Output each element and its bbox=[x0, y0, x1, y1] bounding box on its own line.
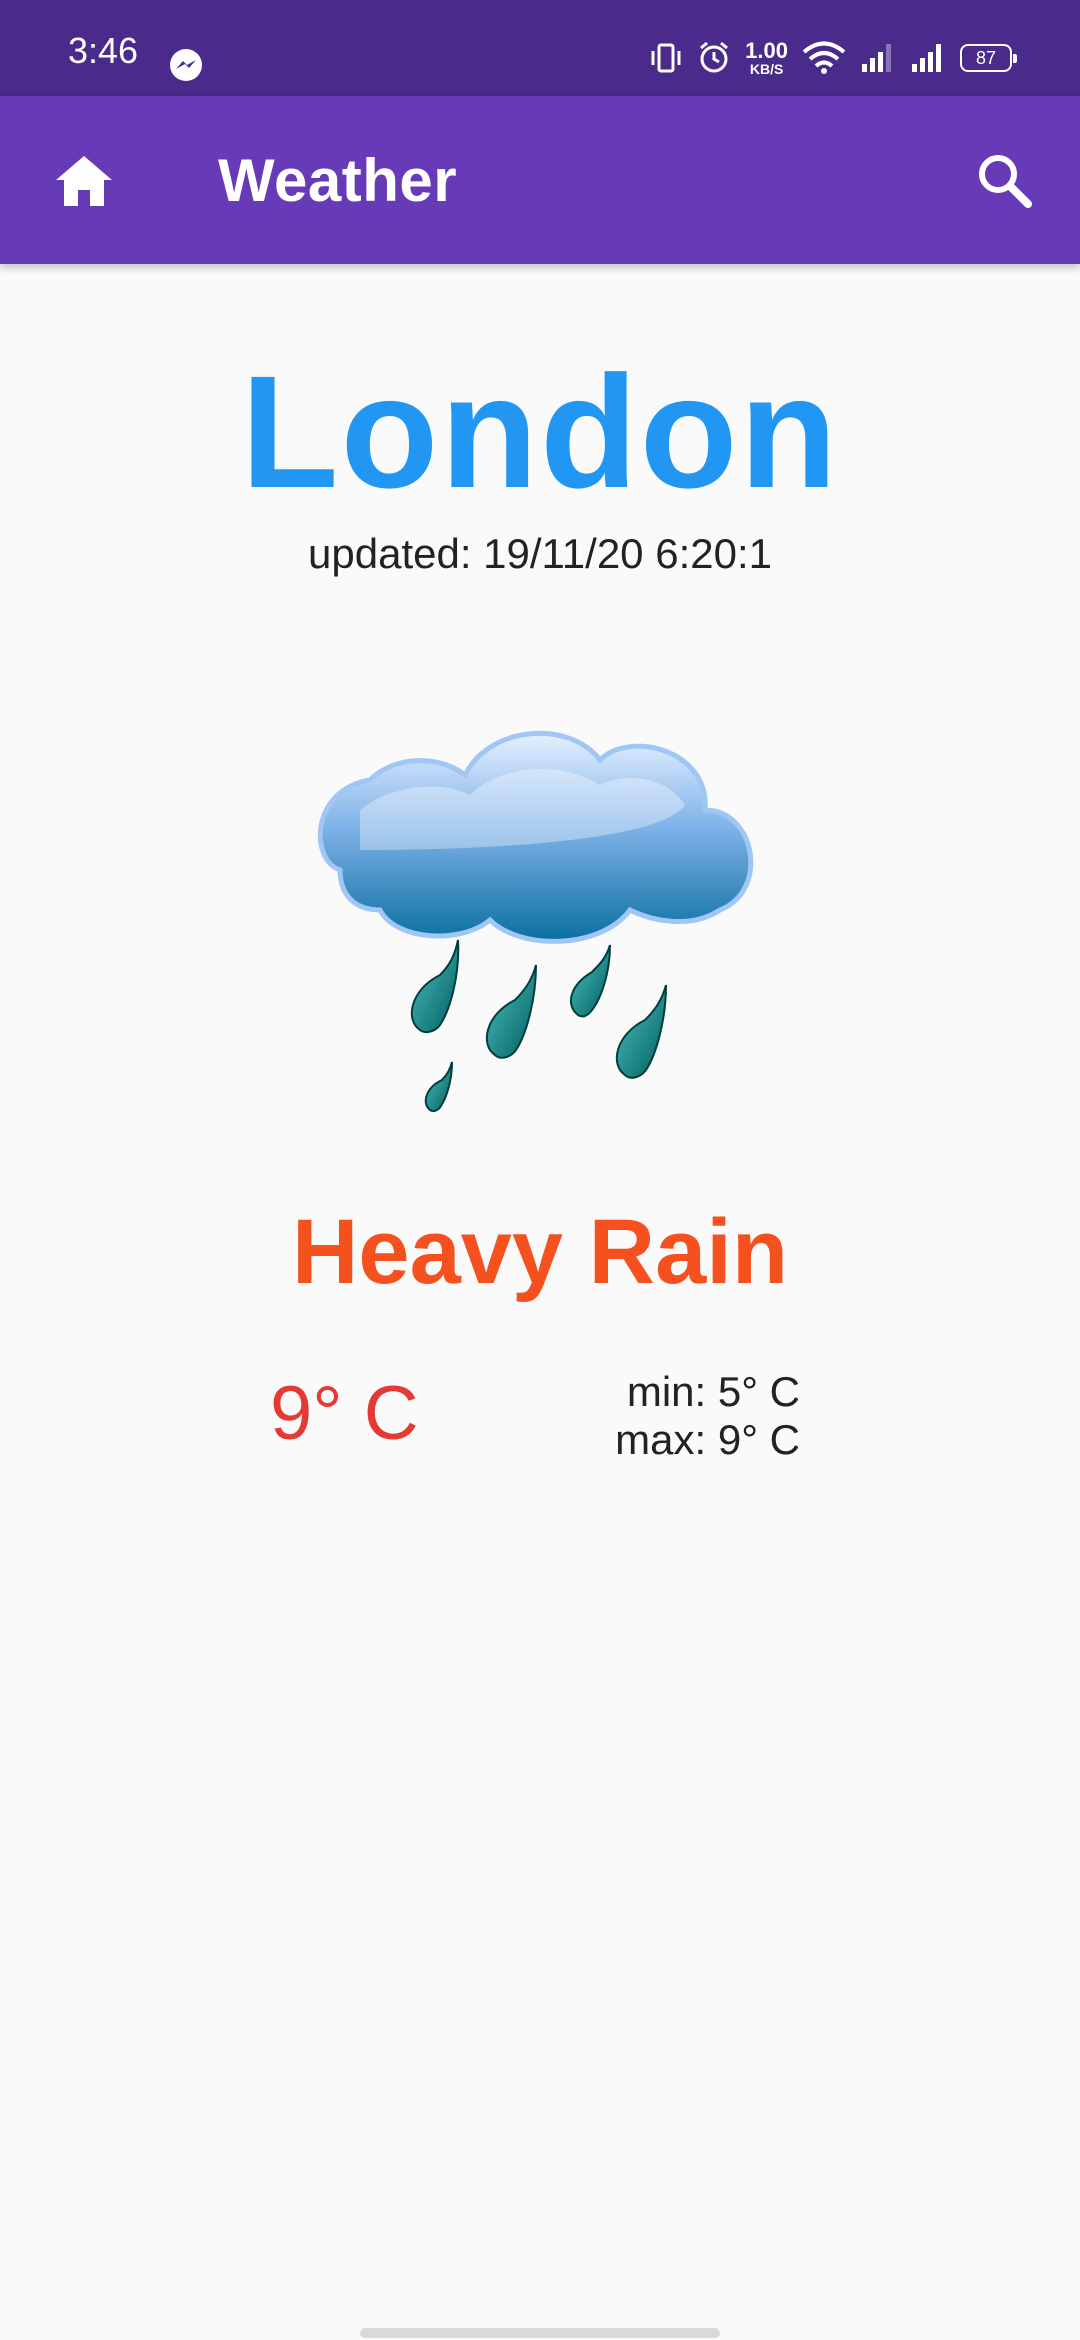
app-title: Weather bbox=[218, 147, 458, 214]
updated-timestamp: updated: 19/11/20 6:20:1 bbox=[308, 530, 772, 577]
battery-level: 87 bbox=[975, 47, 997, 68]
net-speed: 1.00 KB/S bbox=[745, 38, 788, 77]
signal-icon bbox=[912, 44, 941, 72]
home-icon bbox=[56, 156, 112, 206]
net-speed-unit: KB/S bbox=[749, 61, 784, 77]
status-time: 3:46 bbox=[68, 30, 139, 71]
vibrate-icon bbox=[651, 43, 681, 73]
status-icons: 1.00 KB/S 87 bbox=[649, 38, 1017, 77]
heavy-rain-icon bbox=[317, 730, 754, 1112]
city-name: London bbox=[240, 342, 840, 521]
temperature-range: min: 5° C max: 9° C bbox=[600, 1368, 800, 1464]
min-temperature: min: 5° C bbox=[626, 1368, 800, 1415]
search-button[interactable] bbox=[968, 144, 1040, 216]
alarm-icon bbox=[700, 41, 729, 73]
home-indicator[interactable] bbox=[360, 2328, 720, 2338]
current-temperature: 9° C bbox=[270, 1371, 419, 1456]
messenger-icon bbox=[170, 49, 202, 81]
net-speed-value: 1.00 bbox=[745, 38, 788, 63]
wifi-icon bbox=[802, 41, 846, 74]
app-bar: Weather bbox=[0, 96, 1080, 264]
battery-indicator: 87 bbox=[960, 44, 1017, 72]
max-temperature: max: 9° C bbox=[615, 1416, 800, 1463]
home-button[interactable] bbox=[48, 144, 120, 216]
status-bar: 3:46 1.00 KB/S 87 bbox=[0, 0, 1080, 96]
search-icon bbox=[979, 155, 1032, 208]
weather-condition: Heavy Rain bbox=[291, 1201, 789, 1303]
signal-icon bbox=[862, 44, 891, 72]
